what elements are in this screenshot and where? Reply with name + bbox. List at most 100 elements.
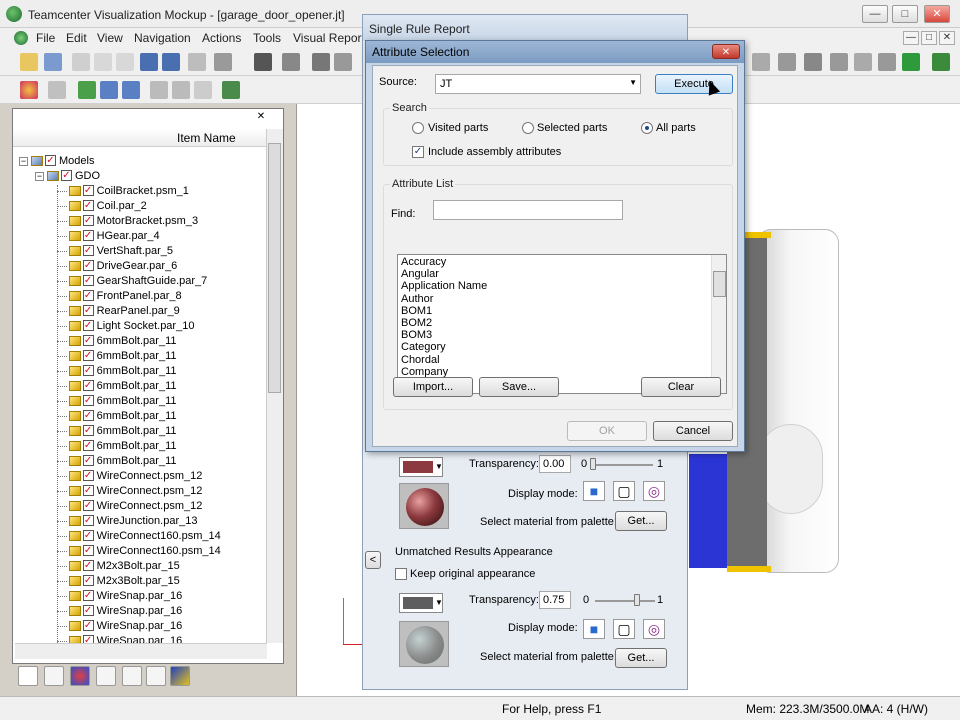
print-icon[interactable] bbox=[188, 53, 206, 71]
visibility-checkbox[interactable]: ✓ bbox=[82, 440, 94, 451]
tree-vertical-scrollbar[interactable] bbox=[266, 129, 283, 643]
tab-materials-icon[interactable] bbox=[70, 666, 90, 686]
tab-document-icon[interactable] bbox=[96, 666, 116, 686]
tab-notes-icon[interactable] bbox=[122, 666, 142, 686]
menu-navigation[interactable]: Navigation bbox=[134, 31, 191, 45]
redo-icon[interactable] bbox=[162, 53, 180, 71]
find-icon[interactable] bbox=[172, 81, 190, 99]
panel-close-icon[interactable]: ✕ bbox=[255, 111, 267, 123]
cancel-button[interactable]: Cancel bbox=[653, 421, 733, 441]
menu-tools[interactable]: Tools bbox=[253, 31, 281, 45]
scroll-thumb[interactable] bbox=[268, 143, 281, 393]
assembly-icon[interactable] bbox=[334, 53, 352, 71]
open-icon[interactable] bbox=[20, 53, 38, 71]
matched-transparency-input[interactable]: 0.00 bbox=[539, 455, 571, 473]
explode-icon[interactable] bbox=[804, 53, 822, 71]
tab-network-icon[interactable] bbox=[146, 666, 166, 686]
matched-transparency-slider[interactable] bbox=[593, 464, 653, 466]
radio-visited-parts[interactable] bbox=[412, 122, 424, 134]
clipboard-icon[interactable] bbox=[48, 81, 66, 99]
parts-icon[interactable] bbox=[312, 53, 330, 71]
properties-icon[interactable] bbox=[214, 53, 232, 71]
visibility-checkbox[interactable]: ✓ bbox=[82, 425, 94, 436]
ok-button[interactable]: OK bbox=[567, 421, 647, 441]
unmatched-get-material-button[interactable]: Get... bbox=[615, 648, 667, 668]
shaded-mode-icon[interactable]: ■ bbox=[583, 481, 605, 501]
find-input[interactable] bbox=[433, 200, 623, 220]
attribute-list-item[interactable]: BOM2 bbox=[401, 317, 432, 329]
matched-color-picker[interactable]: ▼ bbox=[399, 457, 443, 477]
tab-film-icon[interactable] bbox=[44, 666, 64, 686]
save-button[interactable]: Save... bbox=[479, 377, 559, 397]
cut-icon[interactable] bbox=[72, 53, 90, 71]
visibility-checkbox[interactable]: ✓ bbox=[82, 365, 94, 376]
tab-structure-icon[interactable] bbox=[18, 666, 38, 686]
go-icon[interactable] bbox=[78, 81, 96, 99]
attribute-listbox[interactable]: Accuracy Angular Application Name Author BOM… bbox=[397, 254, 727, 394]
visibility-checkbox[interactable]: ✓ bbox=[82, 260, 94, 271]
unmatched-color-picker[interactable]: ▼ bbox=[399, 593, 443, 613]
visibility-checkbox[interactable]: ✓ bbox=[82, 395, 94, 406]
undo-icon[interactable] bbox=[140, 53, 158, 71]
snapshot-icon[interactable] bbox=[854, 53, 872, 71]
visibility-checkbox[interactable]: ✓ bbox=[82, 605, 94, 616]
menu-actions[interactable]: Actions bbox=[202, 31, 241, 45]
measure-icon[interactable] bbox=[752, 53, 770, 71]
structure-icon[interactable] bbox=[254, 53, 272, 71]
visibility-checkbox[interactable]: ✓ bbox=[82, 290, 94, 301]
radio-all-parts[interactable] bbox=[641, 122, 653, 134]
visibility-checkbox[interactable]: ✓ bbox=[82, 530, 94, 541]
section-icon[interactable] bbox=[778, 53, 796, 71]
visibility-checkbox[interactable]: ✓ bbox=[82, 515, 94, 526]
palette-icon[interactable] bbox=[20, 81, 38, 99]
visibility-checkbox[interactable]: ✓ bbox=[82, 200, 94, 211]
keep-original-checkbox[interactable] bbox=[395, 568, 407, 580]
compare-icon[interactable] bbox=[878, 53, 896, 71]
include-assembly-checkbox[interactable]: ✓ bbox=[412, 146, 424, 158]
visibility-checkbox[interactable]: ✓ bbox=[45, 155, 56, 166]
source-select[interactable]: JT ▼ bbox=[435, 74, 641, 94]
unmatched-transparency-slider[interactable] bbox=[595, 600, 655, 602]
mdi-minimize-button[interactable]: — bbox=[903, 31, 919, 45]
attribute-list-item[interactable]: Application Name bbox=[401, 280, 487, 292]
attribute-list-item[interactable]: BOM3 bbox=[401, 329, 432, 341]
list-scroll-thumb[interactable] bbox=[713, 271, 726, 297]
dialog-close-button[interactable]: ✕ bbox=[712, 44, 740, 59]
tree-column-header[interactable]: Item Name bbox=[13, 129, 267, 147]
copy-icon[interactable] bbox=[94, 53, 112, 71]
attribute-list-item[interactable]: Angular bbox=[401, 268, 439, 280]
mdi-close-button[interactable]: ✕ bbox=[939, 31, 955, 45]
image-icon[interactable] bbox=[222, 81, 240, 99]
visibility-checkbox[interactable]: ✓ bbox=[82, 560, 94, 571]
unmatched-slider-thumb[interactable] bbox=[634, 594, 640, 606]
markup-icon[interactable] bbox=[830, 53, 848, 71]
tree-horizontal-scrollbar[interactable] bbox=[15, 643, 267, 659]
visibility-checkbox[interactable]: ✓ bbox=[82, 635, 94, 643]
attribute-list-item[interactable]: Chordal bbox=[401, 354, 440, 366]
collapse-button[interactable]: < bbox=[365, 551, 381, 569]
visibility-checkbox[interactable]: ✓ bbox=[82, 275, 94, 286]
visibility-checkbox[interactable]: ✓ bbox=[82, 575, 94, 586]
window-icon[interactable] bbox=[122, 81, 140, 99]
visibility-checkbox[interactable]: ✓ bbox=[82, 620, 94, 631]
visibility-checkbox[interactable]: ✓ bbox=[82, 410, 94, 421]
menu-edit[interactable]: Edit bbox=[66, 31, 87, 45]
wireframe-mode-icon[interactable]: ▢ bbox=[613, 619, 635, 639]
matched-slider-thumb[interactable] bbox=[590, 458, 596, 470]
save-icon[interactable] bbox=[44, 53, 62, 71]
visibility-checkbox[interactable]: ✓ bbox=[82, 350, 94, 361]
visibility-checkbox[interactable]: ✓ bbox=[82, 380, 94, 391]
visibility-checkbox[interactable]: ✓ bbox=[82, 485, 94, 496]
expand-toggle-icon[interactable]: − bbox=[19, 157, 28, 166]
expand-toggle-icon[interactable]: − bbox=[35, 172, 44, 181]
visibility-checkbox[interactable]: ✓ bbox=[82, 305, 94, 316]
mdi-restore-button[interactable]: □ bbox=[921, 31, 937, 45]
menu-view[interactable]: View bbox=[97, 31, 123, 45]
visibility-checkbox[interactable]: ✓ bbox=[82, 470, 94, 481]
paste-icon[interactable] bbox=[116, 53, 134, 71]
shaded-mode-icon[interactable]: ■ bbox=[583, 619, 605, 639]
visibility-checkbox[interactable]: ✓ bbox=[82, 245, 94, 256]
select-icon[interactable] bbox=[100, 81, 118, 99]
visibility-checkbox[interactable]: ✓ bbox=[82, 215, 94, 226]
attribute-list-item[interactable]: Author bbox=[401, 293, 433, 305]
